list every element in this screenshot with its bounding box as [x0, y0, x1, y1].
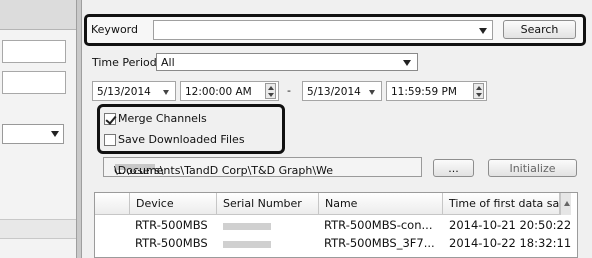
- left-field-2[interactable]: [2, 71, 66, 94]
- start-time-value: 12:00:00 AM: [185, 86, 252, 98]
- chevron-up-icon[interactable]: [560, 193, 571, 215]
- save-downloaded-label[interactable]: Save Downloaded Files: [118, 133, 245, 146]
- keyword-label: Keyword: [91, 23, 138, 36]
- table-header-name[interactable]: Name: [319, 193, 443, 215]
- redacted-serial: [223, 223, 271, 230]
- merge-channels-checkbox[interactable]: [104, 113, 116, 125]
- save-downloaded-checkbox[interactable]: [104, 134, 116, 146]
- left-dropdown[interactable]: [2, 124, 64, 144]
- end-date-picker[interactable]: 5/13/2014: [302, 81, 382, 101]
- left-panel-header: [0, 0, 76, 30]
- chevron-down-icon[interactable]: [163, 90, 169, 95]
- left-field-1[interactable]: [2, 40, 66, 63]
- time-period-label: Time Period: [92, 56, 157, 69]
- start-time-field[interactable]: 12:00:00 AM: [180, 81, 279, 101]
- table-header-time[interactable]: Time of first data sam...: [443, 193, 560, 215]
- time-period-value: All: [161, 56, 175, 69]
- table-cell-device: RTR-500MBS: [135, 218, 208, 232]
- time-period-select[interactable]: All: [156, 53, 418, 71]
- end-time-value: 11:59:59 PM: [391, 86, 457, 98]
- merge-channels-label[interactable]: Merge Channels: [118, 112, 207, 125]
- redacted-serial: [223, 241, 271, 248]
- start-date-picker[interactable]: 5/13/2014: [92, 81, 176, 101]
- up-down-spinner-icon[interactable]: [265, 83, 276, 99]
- device-table: Device Serial Number Name Time of first …: [94, 192, 578, 258]
- left-panel-strip: [0, 219, 76, 239]
- chevron-down-icon[interactable]: [369, 90, 375, 95]
- table-header-device[interactable]: Device: [130, 193, 217, 215]
- chevron-down-icon: [51, 131, 59, 137]
- end-date-value: 5/13/2014: [307, 86, 361, 98]
- keyword-combobox[interactable]: [153, 20, 493, 40]
- chevron-down-icon: [403, 60, 411, 66]
- path-suffix: \Documents\TandD Corp\T&D Graph\We: [114, 164, 334, 177]
- chevron-down-icon[interactable]: [479, 28, 487, 34]
- table-cell-device: RTR-500MBS: [135, 236, 208, 250]
- table-cell-name: RTR-500MBS-con...: [324, 218, 433, 232]
- initialize-button[interactable]: Initialize: [488, 159, 577, 177]
- save-path-field[interactable]: C:\Users\ \Documents\TandD Corp\T&D Graph…: [103, 157, 422, 177]
- browse-button[interactable]: ...: [433, 159, 474, 177]
- table-header-select[interactable]: [95, 193, 130, 215]
- end-time-field[interactable]: 11:59:59 PM: [386, 81, 487, 101]
- table-cell-time: 2014-10-22 18:32:11: [449, 236, 572, 250]
- table-header-serial[interactable]: Serial Number: [217, 193, 319, 215]
- table-cell-name: RTR-500MBS_3F7...: [324, 236, 435, 250]
- up-down-spinner-icon[interactable]: [473, 83, 484, 99]
- start-date-value: 5/13/2014: [97, 86, 151, 98]
- table-cell-time: 2014-10-21 20:50:22: [449, 218, 572, 232]
- time-range-separator: -: [287, 84, 291, 97]
- search-button[interactable]: Search: [503, 20, 576, 39]
